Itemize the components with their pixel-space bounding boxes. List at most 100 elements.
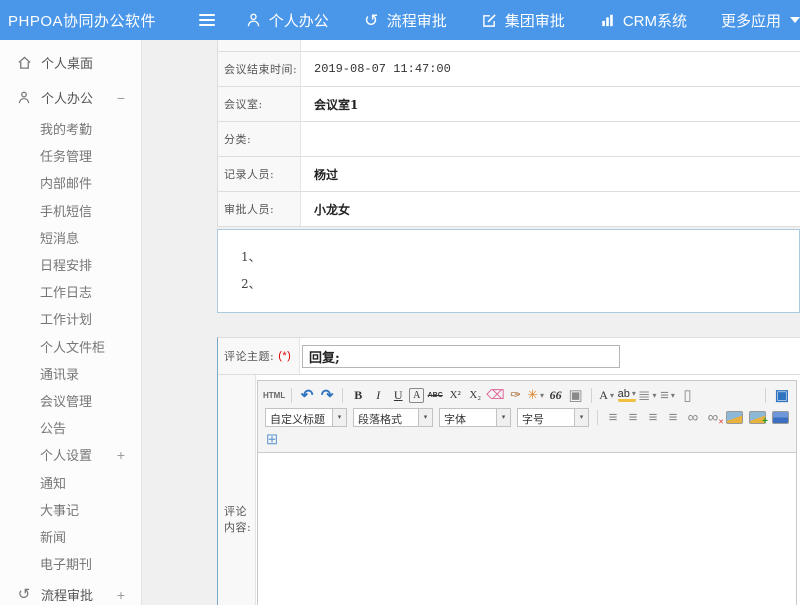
ordered-list-icon[interactable]: ≣ [638,386,657,404]
select-value: 段落格式 [354,409,418,426]
sidebar-subitem-label: 通讯录 [40,364,79,383]
sidebar-subitem-label: 通知 [40,473,66,492]
expand-toggle-icon[interactable]: + [117,587,125,603]
superscript-icon[interactable]: X² [446,386,464,404]
sidebar-subitem[interactable]: 手机短信 [0,197,141,224]
field-label: 记录人员: [218,157,301,191]
new-page-icon[interactable]: ▯ [678,386,696,404]
align-right-icon[interactable]: ≡ [644,408,662,426]
sidebar-subitem-label: 工作日志 [40,282,92,301]
sidebar-subitem[interactable]: 个人设置 + [0,441,141,468]
caret-down-icon: ▾ [332,409,346,426]
select-value: 字体 [440,409,496,426]
sidebar-subitem[interactable]: 通讯录 [0,360,141,387]
italic-icon[interactable]: I [369,386,387,404]
editor-toolbar: HTML↶↷BIUAABCX²X₂⌫✑✳66▣Aab≣≡▯▣ 自定义标题▾段落格… [258,381,796,453]
sidebar-subitem[interactable]: 工作日志 [0,278,141,305]
sidebar-subitem[interactable]: 电子期刊 [0,550,141,577]
table-row: 会议结束时间:2019-08-07 11:47:00 [218,52,800,87]
app-logo: PHPOA协同办公软件 [8,10,177,31]
clear-format-icon[interactable]: ✑ [507,386,525,404]
table-row: 审批人员:小龙女 [218,192,800,227]
comment-content-label: 评论内容: [218,375,256,605]
table-row-partial [218,40,800,52]
font-color-icon[interactable]: A [598,386,616,404]
paste-icon[interactable]: ▣ [567,386,585,404]
justify-icon[interactable]: ≡ [664,408,682,426]
sidebar-item-workflow-approval[interactable]: ↺ 流程审批 + [0,577,141,605]
image-icon[interactable] [726,411,743,424]
sidebar-subitem-label: 个人文件柜 [40,337,105,356]
sidebar-subitem[interactable]: 任务管理 [0,142,141,169]
field-label: 分类: [218,122,301,156]
html-source-button[interactable]: HTML [263,386,285,404]
nav-item-personal-office[interactable]: 个人办公 [245,10,329,31]
toolbar-separator [765,388,766,403]
insert-image-icon[interactable] [749,411,766,424]
font-family-select[interactable]: 字体▾ [439,408,511,427]
font-style-icon[interactable]: A [409,388,424,403]
expand-toggle-icon[interactable]: + [117,447,125,463]
sidebar-item-desktop[interactable]: 个人桌面 [0,45,141,80]
auto-typeset-icon[interactable]: ✳ [527,386,545,404]
undo-icon[interactable]: ↶ [298,386,316,404]
field-label: 会议结束时间: [218,52,301,86]
redo-icon[interactable]: ↷ [318,386,336,404]
sidebar-subitem-label: 个人设置 [40,445,92,464]
underline-icon[interactable]: U [389,386,407,404]
user-icon [16,90,32,105]
sidebar-subitem[interactable]: 新闻 [0,523,141,550]
menu-icon[interactable] [199,14,215,26]
link-icon[interactable]: ∞ [684,408,702,426]
sidebar-subitem[interactable]: 会议管理 [0,387,141,414]
nav-item-more-apps[interactable]: 更多应用 [721,10,800,31]
sidebar-subitem[interactable]: 短消息 [0,224,141,251]
nav-item-workflow-approval[interactable]: ↺ 流程审批 [363,10,447,31]
select-value: 自定义标题 [266,409,332,426]
align-center-icon[interactable]: ≡ [624,408,642,426]
caret-down-icon: ▾ [496,409,510,426]
sidebar-subitem[interactable]: 日程安排 [0,251,141,278]
home-icon [16,55,32,70]
nav-item-group-approval[interactable]: 集团审批 [481,10,565,31]
highlight-color-icon[interactable]: ab [618,388,636,402]
sidebar-children: 我的考勤任务管理内部邮件手机短信短消息日程安排工作日志工作计划个人文件柜通讯录会… [0,115,141,577]
font-size-select[interactable]: 字号▾ [517,408,589,427]
sidebar-subitem[interactable]: 通知 [0,468,141,495]
editor-content-area[interactable] [258,453,796,605]
sidebar-subitem[interactable]: 内部邮件 [0,169,141,196]
align-left-icon[interactable]: ≡ [604,408,622,426]
field-value: 2019-08-07 11:47:00 [301,52,800,86]
nav-item-label: CRM系统 [623,10,687,31]
sidebar-subitem[interactable]: 大事记 [0,496,141,523]
comment-subject-input[interactable] [302,345,620,368]
fullscreen-icon[interactable]: ▣ [773,386,791,404]
unlink-icon[interactable]: ∞ [704,408,722,426]
unordered-list-icon[interactable]: ≡ [658,386,676,404]
paragraph-format-select[interactable]: 段落格式▾ [353,408,433,427]
comment-subject-label: 评论主题: (*) [218,338,300,374]
sidebar-subitem-label: 电子期刊 [40,554,92,573]
heading-select[interactable]: 自定义标题▾ [265,408,347,427]
format-eraser-icon[interactable]: ⌫ [486,386,504,404]
subscript-icon[interactable]: X₂ [466,386,484,404]
field-value: 杨过 [301,157,800,191]
strikethrough-icon[interactable]: ABC [426,386,444,404]
sidebar-subitem[interactable]: 我的考勤 [0,115,141,142]
sidebar-item-personal-office[interactable]: 个人办公 − [0,80,141,115]
caret-down-icon: ▾ [418,409,432,426]
editor-toolbar-row2: 自定义标题▾段落格式▾字体▾字号▾≡≡≡≡∞∞ [262,406,792,428]
table-icon[interactable]: ⊞ [263,430,281,448]
collapse-toggle-icon[interactable]: − [117,90,125,106]
nav-item-crm[interactable]: CRM系统 [599,10,687,31]
sidebar-subitem[interactable]: 个人文件柜 [0,333,141,360]
bold-icon[interactable]: B [349,386,367,404]
sidebar-subitem-label: 会议管理 [40,391,92,410]
media-icon[interactable] [772,411,789,424]
meeting-detail-table: 会议结束时间:2019-08-07 11:47:00会议室:会议室1分类:记录人… [217,40,800,227]
sidebar-subitem[interactable]: 公告 [0,414,141,441]
sidebar-item-label: 个人办公 [41,88,93,107]
sidebar-subitem[interactable]: 工作计划 [0,305,141,332]
blockquote-icon[interactable]: 66 [547,386,565,404]
sidebar-subitem-label: 新闻 [40,527,66,546]
